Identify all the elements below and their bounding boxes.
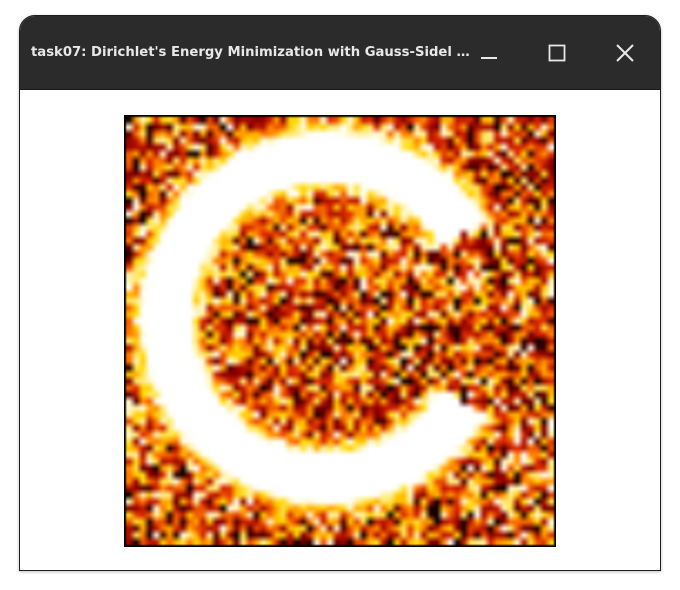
window-title: task07: Dirichlet's Energy Minimization …	[31, 45, 471, 60]
minimize-button[interactable]	[470, 34, 508, 72]
energy-field-image	[124, 115, 556, 547]
title-bar[interactable]: task07: Dirichlet's Energy Minimization …	[20, 16, 660, 90]
close-icon	[616, 44, 634, 62]
energy-field-canvas	[126, 117, 554, 545]
app-window: task07: Dirichlet's Energy Minimization …	[19, 15, 661, 571]
minimize-icon	[481, 57, 497, 59]
window-content	[20, 90, 660, 570]
close-button[interactable]	[606, 34, 644, 72]
maximize-button[interactable]	[538, 34, 576, 72]
maximize-icon	[548, 44, 566, 62]
